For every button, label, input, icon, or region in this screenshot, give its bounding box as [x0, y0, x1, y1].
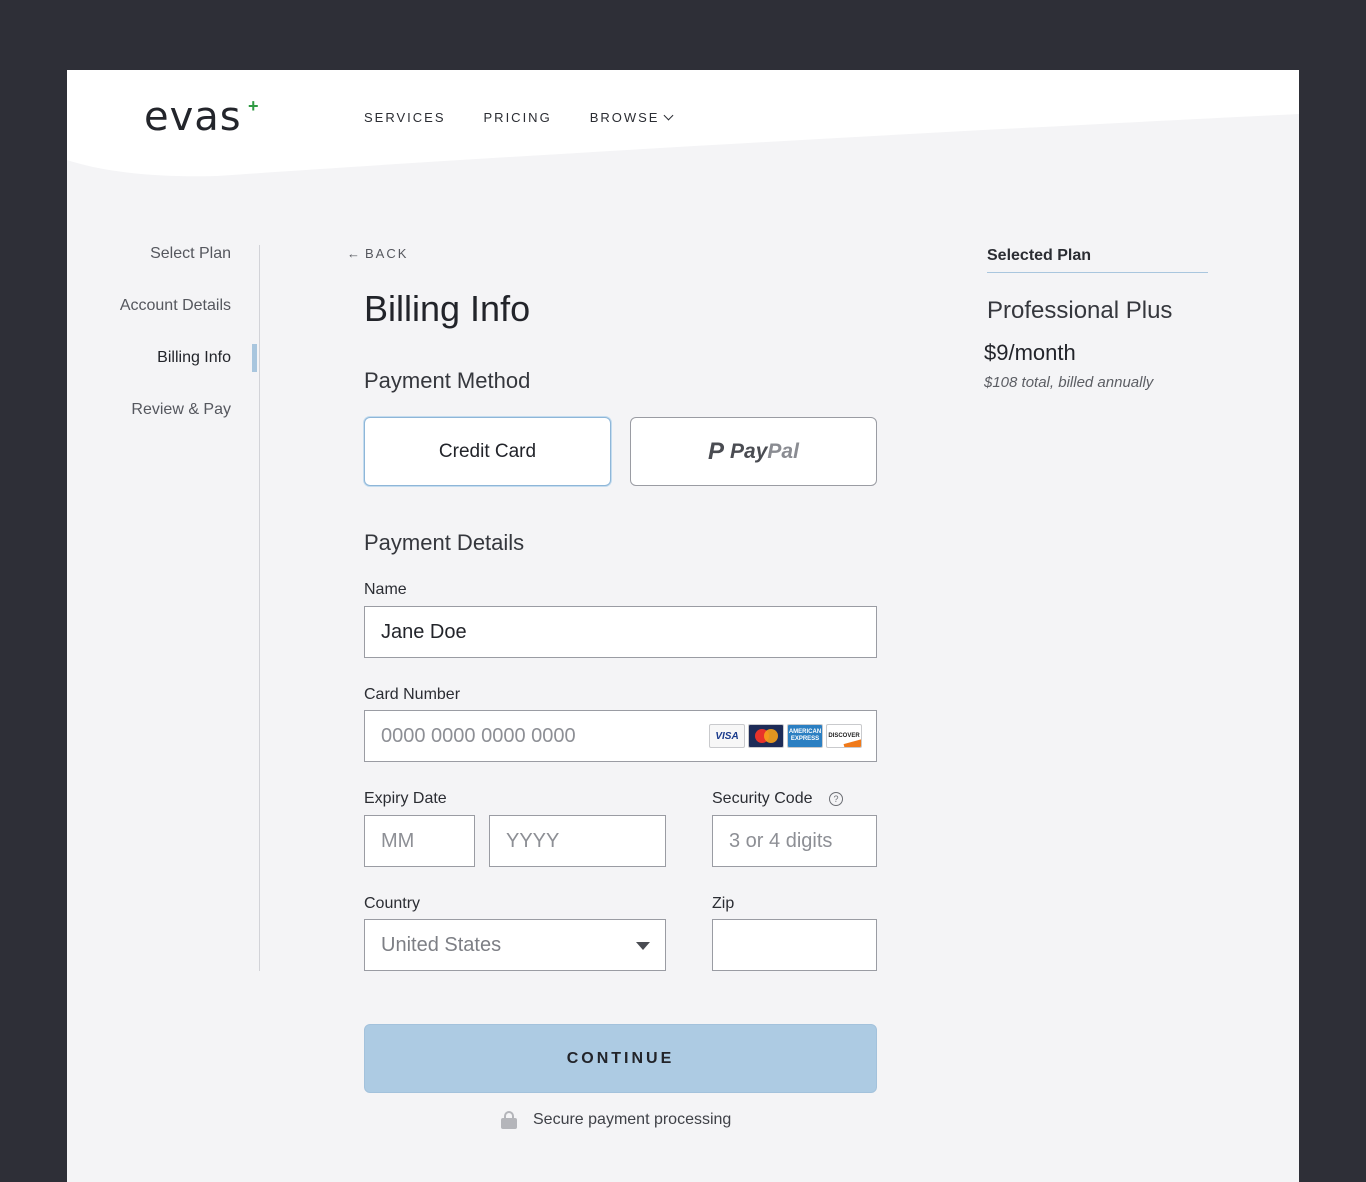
accepted-cards: VISA AMERICAN EXPRESS DISCOVER: [709, 724, 862, 748]
selected-plan-heading: Selected Plan: [987, 247, 1092, 264]
logo[interactable]: evas: [144, 94, 242, 140]
caret-down-icon: [636, 942, 650, 950]
mastercard-icon: [748, 724, 784, 748]
plan-name: Professional Plus: [987, 297, 1173, 324]
secure-notice: Secure payment processing: [501, 1111, 731, 1129]
step-billing-info[interactable]: Billing Info: [157, 349, 231, 367]
plan-price: $9/month: [984, 340, 1076, 365]
nav-browse-label: BROWSE: [589, 110, 660, 125]
nav-services[interactable]: SERVICES: [364, 110, 446, 125]
country-select[interactable]: United States: [364, 919, 666, 971]
header-background: [67, 70, 1299, 177]
step-select-plan[interactable]: Select Plan: [150, 245, 231, 263]
nav-pricing[interactable]: PRICING: [484, 110, 552, 125]
paypal-logo: P PayPal: [708, 438, 799, 466]
discover-card-icon: DISCOVER: [826, 724, 862, 748]
expiry-year-field[interactable]: [489, 815, 666, 867]
back-link[interactable]: ← BACK: [347, 246, 408, 261]
main-nav: SERVICES PRICING BROWSE: [364, 110, 674, 125]
expiry-date-label: Expiry Date: [364, 790, 447, 807]
step-account-details[interactable]: Account Details: [120, 297, 231, 315]
app-frame: evas + SERVICES PRICING BROWSE Select Pl…: [67, 70, 1299, 1182]
amex-card-icon: AMERICAN EXPRESS: [787, 724, 823, 748]
credit-card-option[interactable]: Credit Card: [364, 417, 611, 486]
chevron-down-icon: [664, 110, 674, 121]
name-field[interactable]: [364, 606, 877, 658]
paypal-icon: P: [708, 437, 725, 465]
logo-plus-icon: +: [248, 96, 259, 116]
card-number-label: Card Number: [364, 686, 461, 703]
step-nav: Select Plan Account Details Billing Info…: [67, 245, 260, 971]
plan-total: $108 total, billed annually: [984, 374, 1154, 391]
plan-divider: [987, 272, 1208, 273]
active-step-indicator: [252, 344, 257, 372]
visa-card-icon: VISA: [709, 724, 745, 748]
expiry-month-field[interactable]: [364, 815, 475, 867]
zip-field[interactable]: [712, 919, 877, 971]
zip-label: Zip: [712, 895, 735, 912]
arrow-left-icon: ←: [347, 246, 360, 261]
nav-browse[interactable]: BROWSE: [589, 110, 674, 125]
payment-method-title: Payment Method: [364, 368, 531, 393]
country-value: United States: [381, 933, 502, 956]
page-title: Billing Info: [364, 288, 531, 329]
paypal-wordmark-pal: Pal: [767, 439, 799, 463]
step-review-pay[interactable]: Review & Pay: [131, 401, 231, 419]
security-code-field[interactable]: [712, 815, 877, 867]
back-label: BACK: [365, 246, 409, 261]
country-label: Country: [364, 895, 421, 912]
credit-card-label: Credit Card: [438, 440, 537, 462]
security-code-label: Security Code: [712, 790, 813, 807]
name-label: Name: [364, 581, 407, 598]
help-icon[interactable]: ?: [829, 792, 843, 806]
paypal-wordmark-pay: Pay: [730, 439, 768, 463]
payment-details-title: Payment Details: [364, 530, 525, 555]
paypal-option[interactable]: P PayPal: [630, 417, 877, 486]
continue-button[interactable]: CONTINUE: [364, 1024, 877, 1093]
lock-icon: [501, 1111, 517, 1129]
secure-text: Secure payment processing: [533, 1111, 732, 1128]
